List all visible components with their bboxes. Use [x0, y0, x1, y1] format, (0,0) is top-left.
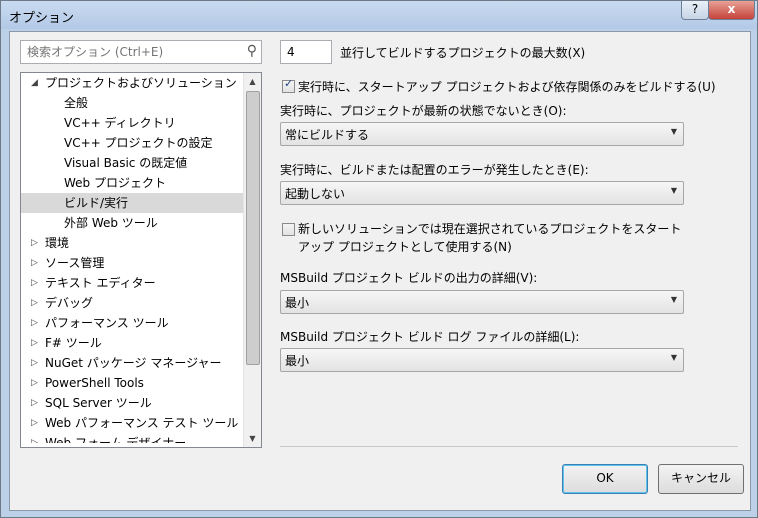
tree-item[interactable]: ▷ デバッグ — [21, 293, 261, 313]
tree-item[interactable]: ◢ プロジェクトおよびソリューション — [21, 73, 261, 93]
chevron-down-icon: ▼ — [670, 127, 677, 136]
tree-item-label: Web プロジェクト — [64, 176, 166, 190]
build-output-select[interactable]: 最小 ▼ — [280, 290, 684, 314]
search-icon[interactable]: ⚲ — [247, 43, 257, 59]
tree-item[interactable]: ▷ Web パフォーマンス テスト ツール — [21, 413, 261, 433]
dialog-content: ⚲ ◢ プロジェクトおよびソリューション全般 VC++ ディレクトリ VC++ プロジ… — [9, 31, 751, 511]
tree-item-label: SQL Server ツール — [45, 396, 152, 410]
expand-arrow-icon[interactable]: ▷ — [31, 253, 38, 273]
title-bar[interactable]: オプション ? x — [1, 1, 757, 29]
ok-button[interactable]: OK — [562, 464, 648, 494]
help-button[interactable]: ? — [681, 1, 709, 20]
tree-item[interactable]: 外部 Web ツール — [21, 213, 261, 233]
tree-item-label: Web パフォーマンス テスト ツール — [45, 416, 239, 430]
tree-item-label: VC++ ディレクトリ — [64, 116, 176, 130]
tree-item[interactable]: ビルド/実行 — [21, 193, 261, 213]
max-parallel-input[interactable] — [285, 43, 329, 61]
expand-arrow-icon[interactable]: ▷ — [31, 273, 38, 293]
only-startup-label[interactable]: 実行時に、スタートアップ プロジェクトおよび依存関係のみをビルドする(U) — [298, 78, 716, 95]
close-button[interactable]: x — [708, 1, 755, 20]
tree-scrollbar[interactable]: ▲ ▼ — [243, 73, 261, 447]
tree-item[interactable]: ▷ 環境 — [21, 233, 261, 253]
tree-item[interactable]: ▷ Web フォーム デザイナー — [21, 433, 261, 443]
window-title: オプション — [9, 11, 75, 26]
tree-item-label: Visual Basic の既定値 — [64, 156, 188, 170]
divider — [280, 446, 738, 447]
expand-arrow-icon[interactable]: ▷ — [31, 393, 38, 413]
tree-item[interactable]: ▷ テキスト エディター — [21, 273, 261, 293]
options-dialog: オプション ? x ⚲ ◢ プロジェクトおよびソリューション全般 VC++ ディレク… — [0, 0, 758, 518]
build-log-select[interactable]: 最小 ▼ — [280, 348, 684, 372]
build-error-value: 起動しない — [285, 187, 346, 201]
tree-item-label: テキスト エディター — [45, 276, 156, 290]
expand-arrow-icon[interactable]: ▷ — [31, 353, 38, 373]
out-of-date-label: 実行時に、プロジェクトが最新の状態でないとき(O): — [280, 104, 567, 118]
expand-arrow-icon[interactable]: ▷ — [31, 373, 38, 393]
build-log-label: MSBuild プロジェクト ビルド ログ ファイルの詳細(L): — [280, 330, 580, 344]
expand-arrow-icon[interactable]: ▷ — [31, 413, 38, 433]
chevron-down-icon: ▼ — [670, 353, 677, 362]
build-error-label: 実行時に、ビルドまたは配置のエラーが発生したとき(E): — [280, 163, 589, 177]
tree-item[interactable]: ▷ F# ツール — [21, 333, 261, 353]
collapse-arrow-icon[interactable]: ◢ — [31, 73, 38, 93]
new-solution-label-line2[interactable]: アップ プロジェクトとして使用する(N) — [298, 238, 512, 255]
out-of-date-select[interactable]: 常にビルドする ▼ — [280, 122, 684, 146]
cancel-button[interactable]: キャンセル — [658, 464, 744, 494]
search-box[interactable]: ⚲ — [20, 40, 262, 64]
expand-arrow-icon[interactable]: ▷ — [31, 433, 38, 443]
expand-arrow-icon[interactable]: ▷ — [31, 313, 38, 333]
expand-arrow-icon[interactable]: ▷ — [31, 233, 38, 253]
tree-item[interactable]: Visual Basic の既定値 — [21, 153, 261, 173]
max-parallel-label: 並行してビルドするプロジェクトの最大数(X) — [340, 46, 586, 60]
tree-item[interactable]: ▷ PowerShell Tools — [21, 373, 261, 393]
chevron-down-icon: ▼ — [670, 295, 677, 304]
max-parallel-field[interactable] — [280, 40, 332, 64]
options-tree[interactable]: ◢ プロジェクトおよびソリューション全般 VC++ ディレクトリ VC++ プロジェク… — [20, 72, 262, 448]
tree-item-label: NuGet パッケージ マネージャー — [45, 356, 222, 370]
tree-item-label: ビルド/実行 — [64, 196, 129, 210]
build-output-value: 最小 — [285, 296, 310, 310]
tree-item-label: PowerShell Tools — [45, 376, 144, 390]
tree-item-label: プロジェクトおよびソリューション — [45, 76, 237, 90]
tree-item[interactable]: ▷ NuGet パッケージ マネージャー — [21, 353, 261, 373]
tree-item-label: 外部 Web ツール — [64, 216, 158, 230]
build-log-value: 最小 — [285, 354, 310, 368]
tree-item-label: 環境 — [45, 236, 70, 250]
out-of-date-value: 常にビルドする — [285, 128, 370, 142]
tree-item-label: VC++ プロジェクトの設定 — [64, 136, 213, 150]
tree-item[interactable]: VC++ ディレクトリ — [21, 113, 261, 133]
tree-item-label: パフォーマンス ツール — [45, 316, 169, 330]
tree-item-label: デバッグ — [45, 296, 94, 310]
build-output-label: MSBuild プロジェクト ビルドの出力の詳細(V): — [280, 271, 538, 285]
tree-item[interactable]: ▷ ソース管理 — [21, 253, 261, 273]
scroll-down-icon[interactable]: ▼ — [244, 430, 261, 447]
new-solution-checkbox[interactable] — [282, 223, 295, 236]
expand-arrow-icon[interactable]: ▷ — [31, 333, 38, 353]
tree-item-label: 全般 — [64, 96, 89, 110]
expand-arrow-icon[interactable]: ▷ — [31, 293, 38, 313]
chevron-down-icon: ▼ — [670, 186, 677, 195]
build-error-select[interactable]: 起動しない ▼ — [280, 181, 684, 205]
tree-item-label: Web フォーム デザイナー — [45, 436, 187, 443]
search-input[interactable] — [25, 43, 239, 61]
tree-item[interactable]: ▷ パフォーマンス ツール — [21, 313, 261, 333]
tree-item[interactable]: 全般 — [21, 93, 261, 113]
only-startup-checkbox[interactable] — [282, 77, 295, 93]
tree-item[interactable]: Web プロジェクト — [21, 173, 261, 193]
tree-list: ◢ プロジェクトおよびソリューション全般 VC++ ディレクトリ VC++ プロジェク… — [21, 73, 261, 443]
scroll-up-icon[interactable]: ▲ — [244, 73, 261, 90]
tree-item[interactable]: ▷ SQL Server ツール — [21, 393, 261, 413]
new-solution-label-line1[interactable]: 新しいソリューションでは現在選択されているプロジェクトをスタート — [298, 220, 681, 237]
tree-item-label: ソース管理 — [45, 256, 105, 270]
tree-item[interactable]: VC++ プロジェクトの設定 — [21, 133, 261, 153]
scroll-thumb[interactable] — [246, 91, 260, 365]
tree-item-label: F# ツール — [45, 336, 102, 350]
